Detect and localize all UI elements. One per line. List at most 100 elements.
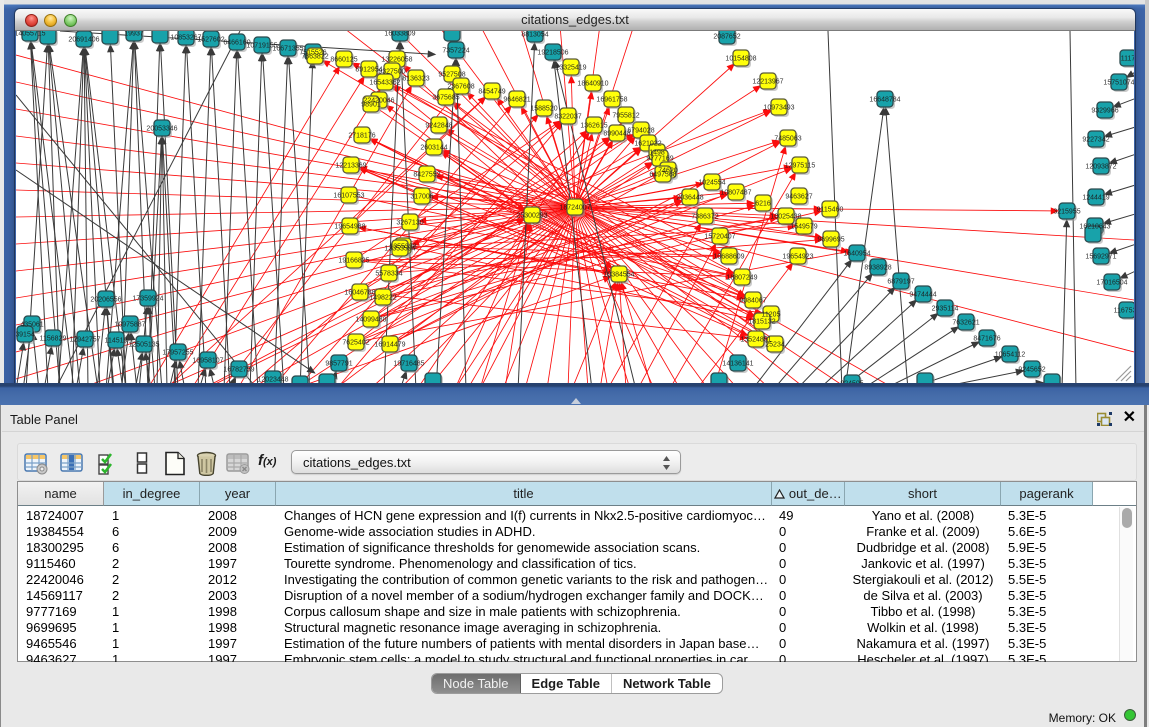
svg-text:12093872: 12093872 <box>1085 164 1116 171</box>
svg-text:13353594: 13353594 <box>384 246 415 253</box>
svg-text:10688609: 10688609 <box>713 254 744 261</box>
svg-text:8322037: 8322037 <box>554 114 581 121</box>
svg-text:19937: 19937 <box>124 31 144 38</box>
svg-text:16033809: 16033809 <box>384 31 415 38</box>
svg-text:10807487: 10807487 <box>720 190 751 197</box>
svg-text:8427552: 8427552 <box>413 172 440 179</box>
svg-text:15692971: 15692971 <box>1085 254 1116 261</box>
svg-text:10973493: 10973493 <box>763 105 794 112</box>
svg-text:16914479: 16914479 <box>374 342 405 349</box>
svg-text:9646821: 9646821 <box>503 97 530 104</box>
svg-text:2036448: 2036448 <box>676 195 703 202</box>
svg-text:9327500: 9327500 <box>378 69 405 76</box>
svg-text:19654923: 19654923 <box>782 254 813 261</box>
svg-text:20691406: 20691406 <box>68 37 99 44</box>
svg-text:20053346: 20053346 <box>146 126 177 133</box>
svg-text:12942757: 12942757 <box>69 337 100 344</box>
svg-text:13325419: 13325419 <box>555 65 586 72</box>
svg-text:5578334: 5578334 <box>375 271 402 278</box>
svg-text:6794028: 6794028 <box>627 128 654 135</box>
svg-text:15751074: 15751074 <box>1103 80 1134 87</box>
svg-text:2935114: 2935114 <box>932 306 959 313</box>
svg-text:3215955: 3215955 <box>1053 209 1080 216</box>
svg-text:2603144: 2603144 <box>420 145 447 152</box>
svg-text:9699695: 9699695 <box>817 237 844 244</box>
svg-text:9463627: 9463627 <box>785 194 812 201</box>
svg-text:10025438: 10025438 <box>770 214 801 221</box>
svg-text:14055715: 14055715 <box>16 31 46 38</box>
svg-text:19218506: 19218506 <box>537 50 568 57</box>
svg-text:19716485: 19716485 <box>393 361 424 368</box>
svg-text:14136141: 14136141 <box>722 361 753 368</box>
svg-text:7485063: 7485063 <box>774 136 801 143</box>
svg-text:18724007: 18724007 <box>559 205 590 212</box>
svg-text:16210643: 16210643 <box>1079 224 1110 231</box>
svg-text:1621022: 1621022 <box>634 141 661 148</box>
svg-text:1024554: 1024554 <box>698 180 725 187</box>
svg-text:17016504: 17016504 <box>1096 280 1127 287</box>
svg-text:13226058: 13226058 <box>381 57 412 64</box>
svg-text:8471676: 8471676 <box>973 336 1000 343</box>
svg-text:25234: 25234 <box>765 342 785 349</box>
svg-text:9329966: 9329966 <box>1091 108 1118 115</box>
svg-text:9245652: 9245652 <box>1018 367 1045 374</box>
svg-text:7357224: 7357224 <box>442 48 469 55</box>
svg-text:20206556: 20206556 <box>90 297 121 304</box>
svg-text:39154: 39154 <box>16 332 35 339</box>
svg-text:11205: 11205 <box>762 312 781 319</box>
svg-text:19384554: 19384554 <box>603 272 634 279</box>
svg-text:1362615: 1362615 <box>580 123 607 130</box>
svg-text:9115460: 9115460 <box>817 207 844 214</box>
svg-text:1527602: 1527602 <box>197 37 224 44</box>
svg-text:9857791: 9857791 <box>325 361 352 368</box>
svg-text:6879197: 6879197 <box>887 279 914 286</box>
svg-text:1117: 1117 <box>1121 56 1134 63</box>
svg-text:435061: 435061 <box>20 322 43 329</box>
svg-text:8813054: 8813054 <box>521 32 548 39</box>
svg-text:9474444: 9474444 <box>909 292 936 299</box>
svg-text:19654988: 19654988 <box>334 224 365 231</box>
svg-text:1498222: 1498222 <box>369 295 396 302</box>
svg-text:16961758: 16961758 <box>596 97 627 104</box>
svg-text:7386372: 7386372 <box>691 214 718 221</box>
svg-text:1588520: 1588520 <box>530 106 557 113</box>
svg-text:10958107: 10958107 <box>192 358 223 365</box>
svg-text:114519: 114519 <box>105 338 128 345</box>
svg-text:2718176: 2718176 <box>348 133 375 140</box>
svg-text:1640954: 1640954 <box>843 251 870 258</box>
svg-text:7625402: 7625402 <box>342 340 369 347</box>
svg-text:1244419: 1244419 <box>1082 195 1109 202</box>
svg-text:9242848: 9242848 <box>425 123 452 130</box>
svg-text:14099488: 14099488 <box>355 317 386 324</box>
svg-text:25300293: 25300293 <box>516 213 547 220</box>
svg-text:18640910: 18640910 <box>577 81 608 88</box>
svg-text:12975115: 12975115 <box>785 163 816 170</box>
svg-text:19166825: 19166825 <box>338 258 369 265</box>
svg-text:16543362: 16543362 <box>369 80 400 87</box>
svg-text:16107553: 16107553 <box>333 193 364 200</box>
svg-text:17957255: 17957255 <box>162 350 193 357</box>
svg-text:10154808: 10154808 <box>725 56 756 63</box>
svg-text:317006: 317006 <box>410 194 433 201</box>
svg-text:15720407: 15720407 <box>704 234 735 241</box>
svg-text:17359924: 17359924 <box>132 296 163 303</box>
svg-text:8660125: 8660125 <box>330 57 357 64</box>
svg-text:10975887: 10975887 <box>114 322 145 329</box>
svg-text:16782759: 16782759 <box>223 367 254 374</box>
svg-text:18807249: 18807249 <box>726 275 757 282</box>
svg-text:7663822: 7663822 <box>301 54 328 61</box>
svg-text:3675685: 3675685 <box>432 95 459 102</box>
svg-text:9084067: 9084067 <box>739 298 766 305</box>
svg-text:10654112: 10654112 <box>995 352 1026 359</box>
svg-text:16648784: 16648784 <box>869 97 900 104</box>
svg-text:8136323: 8136323 <box>402 76 429 83</box>
svg-text:1167533: 1167533 <box>1114 308 1134 315</box>
svg-text:12213369: 12213369 <box>335 163 366 170</box>
svg-text:12505135: 12505135 <box>128 342 159 349</box>
svg-text:7955812: 7955812 <box>612 113 639 120</box>
svg-text:8938928: 8938928 <box>864 265 891 272</box>
svg-text:1549579: 1549579 <box>790 224 817 231</box>
svg-text:7632621: 7632621 <box>952 320 979 327</box>
svg-text:8454749: 8454749 <box>478 89 505 96</box>
svg-text:9777169: 9777169 <box>646 156 673 163</box>
